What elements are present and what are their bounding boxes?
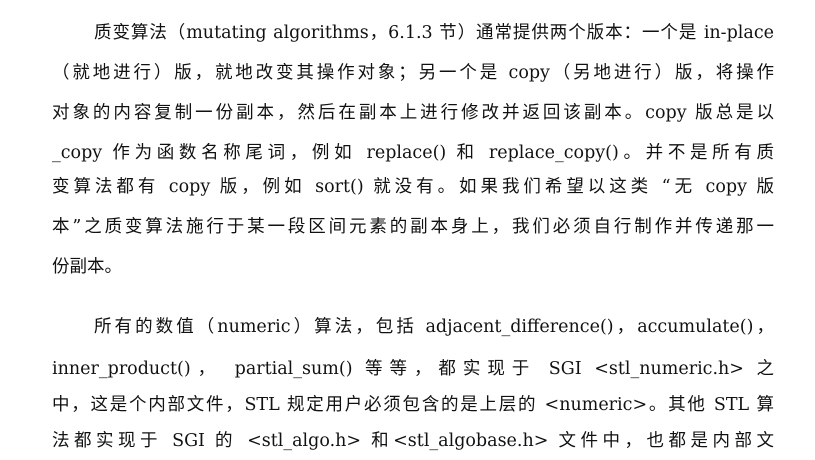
paragraph1-line-2: （就地进行）版，就地改变其操作对象；另一个是 copy（另地进行）版，将操作 xyxy=(52,63,774,83)
paragraph2-line-1: 所有的数值（numeric）算法，包括 adjacent_difference(… xyxy=(94,317,774,337)
document-page: 质变算法（mutating algorithms，6.1.3 节）通常提供两个版… xyxy=(0,0,815,460)
paragraph1-line-6: 本”之质变算法施行于某一段区间元素的副本身上，我们必须自行制作并传递那一 xyxy=(52,217,774,237)
paragraph1-line-5: 变算法都有 copy 版，例如 sort() 就没有。如果我们希望以这类 “无 … xyxy=(52,177,774,197)
paragraph1-line-1: 质变算法（mutating algorithms，6.1.3 节）通常提供两个版… xyxy=(94,23,774,43)
paragraph1-line-4: _copy 作为函数名称尾词，例如 replace() 和 replace_co… xyxy=(52,143,774,163)
paragraph1-line-3: 对象的内容复制一份副本，然后在副本上进行修改并返回该副本。copy 版总是以 xyxy=(52,103,774,123)
paragraph2-line-3: 中，这是个内部文件，STL 规定用户必须包含的是上层的 <numeric>。其他… xyxy=(52,395,774,415)
paragraph2-line-2: inner_product()， partial_sum() 等等，都实现于 S… xyxy=(52,359,774,379)
paragraph2-line-4: 法都实现于 SGI 的 <stl_algo.h> 和<stl_algobase.… xyxy=(52,431,774,451)
paragraph1-line-7: 份副本。 xyxy=(52,257,122,277)
